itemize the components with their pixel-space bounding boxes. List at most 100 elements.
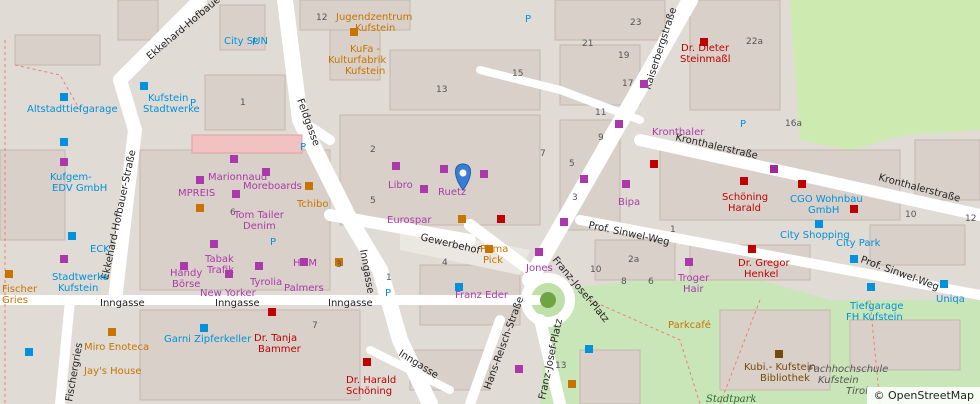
label-fh-kufstein: FH Kufstein bbox=[846, 312, 903, 323]
label-kufstein-kf: Kufstein bbox=[345, 66, 385, 77]
label-tom-tailer: Tom Tailer bbox=[233, 210, 285, 221]
label-harald: Harald bbox=[728, 203, 761, 214]
house-number: 7 bbox=[540, 149, 546, 159]
label-bibliothek: Bibliothek bbox=[760, 373, 810, 384]
label-kufgem: Kufgem- bbox=[50, 172, 92, 183]
cafe-icon bbox=[196, 204, 204, 212]
shop-icon bbox=[255, 262, 263, 270]
house-number: 5 bbox=[370, 196, 376, 206]
roundabout-center bbox=[540, 292, 556, 308]
shop-icon bbox=[392, 162, 400, 170]
label-jugendzentrum: Jugendzentrum bbox=[335, 12, 412, 23]
shop-icon bbox=[622, 180, 630, 188]
label-kufstein-jz: Kufstein bbox=[355, 23, 395, 34]
shop-icon bbox=[535, 248, 543, 256]
label-libro: Libro bbox=[388, 180, 413, 191]
house-number: 17 bbox=[622, 79, 633, 89]
shop-icon bbox=[440, 165, 448, 173]
label-kronthaler: Kronthaler bbox=[652, 127, 705, 138]
label-handy: Handy bbox=[170, 268, 202, 279]
label-troger: Troger bbox=[677, 273, 710, 284]
library-icon bbox=[775, 350, 783, 358]
street-inngasse-3: Inngasse bbox=[328, 298, 373, 309]
label-dr-harald: Dr. Harald bbox=[346, 375, 396, 386]
shop-icon bbox=[230, 155, 238, 163]
parking-icon: P bbox=[385, 288, 391, 299]
label-trafik: Trafik bbox=[206, 265, 234, 276]
map-canvas[interactable]: Ekkehard-Hofbauer-Straße Ekkehard-Hofbau… bbox=[0, 0, 980, 404]
label-tabak: Tabak bbox=[204, 254, 234, 265]
label-steinmassl: Steinmaßl bbox=[680, 54, 730, 65]
label-kufstein-sw: Kufstein bbox=[148, 93, 188, 104]
house-number: 23 bbox=[630, 18, 641, 28]
house-number: 5 bbox=[569, 159, 575, 169]
parking-icon bbox=[867, 283, 875, 291]
shop-icon bbox=[210, 240, 218, 248]
house-number: 12 bbox=[965, 214, 976, 224]
label-tirol: Tirol bbox=[846, 386, 868, 397]
shop-icon bbox=[560, 218, 568, 226]
parking-icon bbox=[850, 255, 858, 263]
cafe-icon bbox=[458, 215, 466, 223]
label-kubi: Kubi.- Kufstein bbox=[744, 362, 816, 373]
label-city-park: City Park bbox=[836, 238, 881, 249]
label-bammer: Bammer bbox=[258, 344, 302, 355]
label-kulturfabrik: Kulturfabrik bbox=[328, 55, 386, 66]
house-number: 2a bbox=[628, 255, 639, 265]
label-new-yorker: New Yorker bbox=[200, 288, 257, 299]
parking-garage-icon bbox=[60, 93, 68, 101]
shop-icon bbox=[640, 80, 648, 88]
label-jones: Jones bbox=[525, 263, 553, 274]
doctor-icon bbox=[740, 177, 748, 185]
office-icon bbox=[940, 280, 948, 288]
office-icon bbox=[60, 138, 68, 146]
house-number: 2 bbox=[370, 145, 376, 155]
label-boerse: Börse bbox=[172, 279, 200, 290]
charging-icon bbox=[68, 232, 76, 240]
green-area-north bbox=[790, 0, 980, 150]
label-eck: ECK bbox=[90, 244, 110, 255]
label-city-sun: City SUN bbox=[224, 36, 268, 47]
restaurant-icon bbox=[108, 328, 116, 336]
house-number: 8 bbox=[621, 277, 627, 287]
house-number: 13 bbox=[555, 361, 566, 371]
label-hm: H&M bbox=[293, 258, 317, 269]
bicycle-icon bbox=[585, 345, 593, 353]
label-kufa: KuFa - bbox=[350, 44, 381, 55]
house-number: 3 bbox=[572, 193, 578, 203]
attribution[interactable]: © OpenStreetMap bbox=[867, 387, 980, 404]
label-fachhochschule: Fachhochschule bbox=[808, 364, 888, 375]
label-jays-house: Jay's House bbox=[83, 366, 141, 377]
house-number: 9 bbox=[598, 133, 604, 143]
office-icon bbox=[140, 82, 148, 90]
label-dr-gregor: Dr. Gregor bbox=[738, 258, 791, 269]
label-gmbh: GmbH bbox=[808, 205, 839, 216]
label-pirma: Pirma bbox=[480, 244, 508, 255]
cafe-icon bbox=[305, 182, 313, 190]
label-henkel: Henkel bbox=[744, 269, 778, 280]
office-icon bbox=[815, 220, 823, 228]
label-garni: Garni Zipferkeller bbox=[164, 334, 252, 345]
street-inngasse-2: Inngasse bbox=[215, 298, 260, 309]
house-number: 22a bbox=[746, 37, 763, 47]
label-uniqa: Uniqa bbox=[936, 294, 965, 305]
house-number: 1 bbox=[240, 98, 246, 108]
dentist-icon bbox=[650, 160, 658, 168]
label-miro: Miro Enoteca bbox=[84, 342, 149, 353]
house-number: 10 bbox=[590, 265, 602, 275]
house-number: 16a bbox=[785, 119, 802, 129]
label-cgo: CGO Wohnbau bbox=[790, 194, 863, 205]
label-stadtwerke: Stadtwerke bbox=[143, 104, 200, 115]
label-mpreis: MPREIS bbox=[178, 188, 215, 199]
label-moreboards: Moreboards bbox=[243, 181, 302, 192]
shop-icon bbox=[685, 258, 693, 266]
house-number: 21 bbox=[582, 39, 593, 49]
doctor-icon bbox=[268, 308, 276, 316]
shop-icon bbox=[515, 365, 523, 373]
house-number: 19 bbox=[618, 51, 630, 61]
map[interactable]: Ekkehard-Hofbauer-Straße Ekkehard-Hofbau… bbox=[0, 0, 980, 404]
label-palmers: Palmers bbox=[284, 283, 324, 294]
doctor-icon bbox=[850, 205, 858, 213]
label-eurospar: Eurospar bbox=[387, 215, 432, 226]
house-number: 6 bbox=[648, 277, 654, 287]
